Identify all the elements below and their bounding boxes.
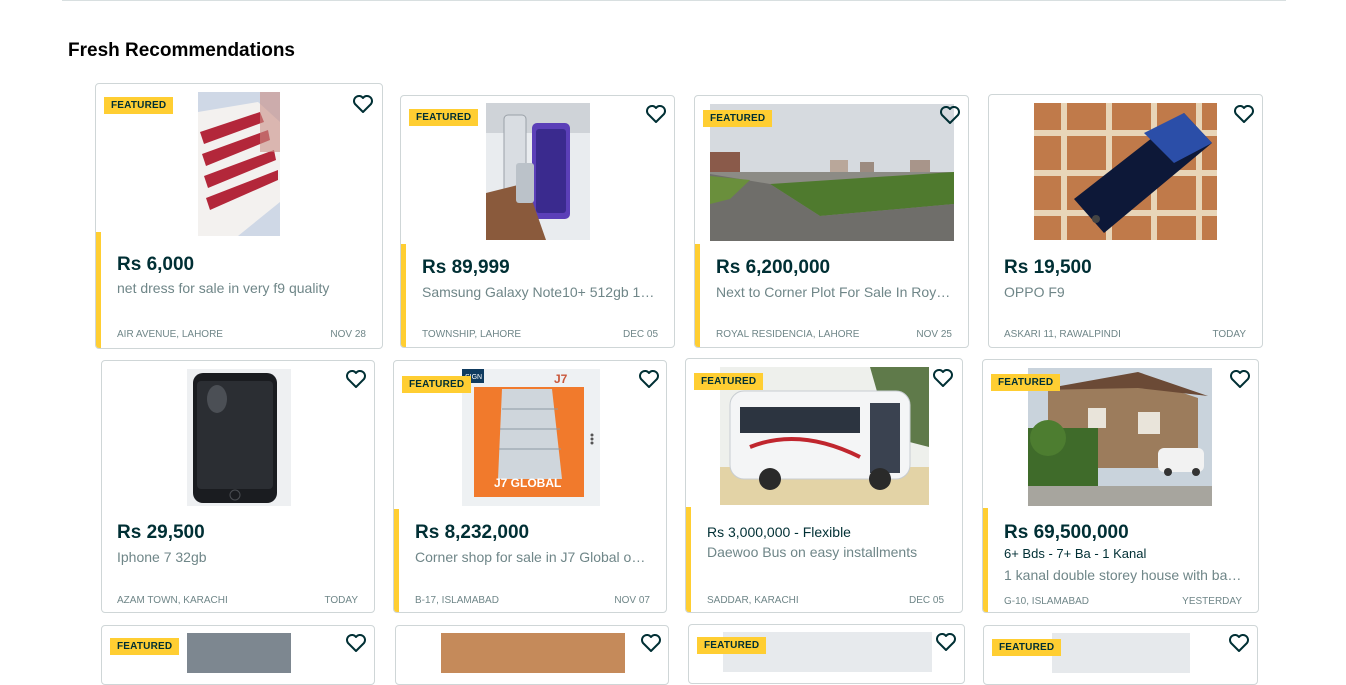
- featured-badge: FEATURED: [991, 374, 1061, 391]
- listing-card[interactable]: [395, 625, 669, 685]
- favorite-heart-icon[interactable]: [644, 102, 668, 126]
- listing-title: net dress for sale in very f9 quality: [117, 280, 330, 296]
- listing-image: [187, 633, 291, 673]
- listing-price: Rs 3,000,000 - Flexible: [707, 524, 851, 540]
- featured-badge: FEATURED: [694, 373, 764, 390]
- listing-location: ROYAL RESIDENCIA, LAHORE: [716, 329, 860, 340]
- favorite-heart-icon[interactable]: [934, 630, 958, 654]
- listing-title: Samsung Galaxy Note10+ 512gb 128…: [422, 284, 662, 300]
- listing-card[interactable]: SIGN J7 J7 GLOBAL FEATURED Rs 8,232,000 …: [393, 360, 667, 613]
- favorite-heart-icon[interactable]: [344, 631, 368, 655]
- listing-price: Rs 69,500,000: [1004, 522, 1129, 543]
- favorite-heart-icon[interactable]: [351, 92, 375, 116]
- featured-badge: FEATURED: [104, 97, 174, 114]
- listing-price: Rs 19,500: [1004, 257, 1092, 278]
- listing-price: Rs 6,200,000: [716, 257, 831, 278]
- listing-date: YESTERDAY: [1182, 596, 1242, 607]
- listing-date: TODAY: [1212, 329, 1246, 340]
- listing-title: Iphone 7 32gb: [117, 549, 207, 565]
- listing-image: [187, 369, 291, 506]
- featured-badge: FEATURED: [110, 638, 180, 655]
- listing-title: 1 kanal double storey house with bas…: [1004, 567, 1242, 583]
- listing-title: OPPO F9: [1004, 284, 1065, 300]
- section-title: Fresh Recommendations: [68, 40, 295, 61]
- listing-price: Rs 89,999: [422, 257, 510, 278]
- listing-location: AZAM TOWN, KARACHI: [117, 595, 228, 606]
- listing-location: ASKARI 11, RAWALPINDI: [1004, 329, 1121, 340]
- listing-date: DEC 05: [908, 595, 944, 606]
- listing-image: SIGN J7 J7 GLOBAL: [462, 369, 600, 506]
- favorite-heart-icon[interactable]: [931, 366, 955, 390]
- listing-location: TOWNSHIP, LAHORE: [422, 329, 522, 340]
- featured-badge: FEATURED: [409, 109, 479, 126]
- listing-image: [1052, 633, 1190, 673]
- favorite-heart-icon[interactable]: [1227, 631, 1251, 655]
- listing-card[interactable]: FEATURED Rs 6,000 net dress for sale in …: [95, 83, 383, 349]
- listing-image: [486, 103, 590, 240]
- favorite-heart-icon[interactable]: [1228, 367, 1252, 391]
- listing-date: NOV 07: [614, 595, 650, 606]
- favorite-heart-icon[interactable]: [344, 367, 368, 391]
- listing-card[interactable]: FEATURED: [688, 624, 965, 684]
- listing-location: AIR AVENUE, LAHORE: [117, 329, 223, 340]
- listing-date: NOV 25: [916, 329, 952, 340]
- listing-card[interactable]: FEATURED Rs 89,999 Samsung Galaxy Note10…: [400, 95, 675, 348]
- listing-price: Rs 6,000: [117, 254, 195, 275]
- listing-price: Rs 8,232,000: [415, 522, 530, 543]
- listing-card[interactable]: FEATURED Rs 69,500,000 6+ Bds - 7+ Ba - …: [982, 359, 1259, 613]
- image-caption-text: J7 GLOBAL: [494, 476, 561, 490]
- listing-image: [1034, 103, 1217, 240]
- listing-card[interactable]: Rs 29,500 Iphone 7 32gb AZAM TOWN, KARAC…: [101, 360, 375, 613]
- listing-location: B-17, ISLAMABAD: [415, 595, 499, 606]
- listing-specs: 6+ Bds - 7+ Ba - 1 Kanal: [1004, 546, 1147, 561]
- featured-badge: FEATURED: [402, 376, 472, 393]
- featured-badge: FEATURED: [697, 637, 767, 654]
- featured-badge: FEATURED: [992, 639, 1062, 656]
- listing-location: SADDAR, KARACHI: [707, 595, 799, 606]
- favorite-heart-icon[interactable]: [1232, 102, 1256, 126]
- favorite-heart-icon[interactable]: [938, 103, 962, 127]
- listing-location: G-10, ISLAMABAD: [1004, 596, 1090, 607]
- listing-title: Daewoo Bus on easy installments: [707, 544, 918, 560]
- listing-card[interactable]: FEATURED Rs 3,000,000 - Flexible Daewoo …: [685, 358, 963, 613]
- top-divider: [62, 0, 1286, 1]
- listing-card[interactable]: FEATURED: [983, 625, 1258, 685]
- featured-badge: FEATURED: [703, 110, 773, 127]
- image-logo-text: J7: [554, 372, 568, 386]
- listing-title: Corner shop for sale in J7 Global on i…: [415, 549, 650, 565]
- listing-date: TODAY: [324, 595, 358, 606]
- listing-price: Rs 29,500: [117, 522, 205, 543]
- listing-card[interactable]: FEATURED: [101, 625, 375, 685]
- listing-card[interactable]: Rs 19,500 OPPO F9 ASKARI 11, RAWALPINDI …: [988, 94, 1263, 348]
- favorite-heart-icon[interactable]: [639, 631, 663, 655]
- listing-date: DEC 05: [622, 329, 658, 340]
- listing-title: Next to Corner Plot For Sale In Royal …: [716, 284, 956, 300]
- listing-card[interactable]: FEATURED Rs 6,200,000 Next to Corner Plo…: [694, 95, 969, 348]
- favorite-heart-icon[interactable]: [637, 367, 661, 391]
- listing-date: NOV 28: [330, 329, 366, 340]
- listing-image: [198, 92, 280, 236]
- listing-image: [441, 633, 625, 673]
